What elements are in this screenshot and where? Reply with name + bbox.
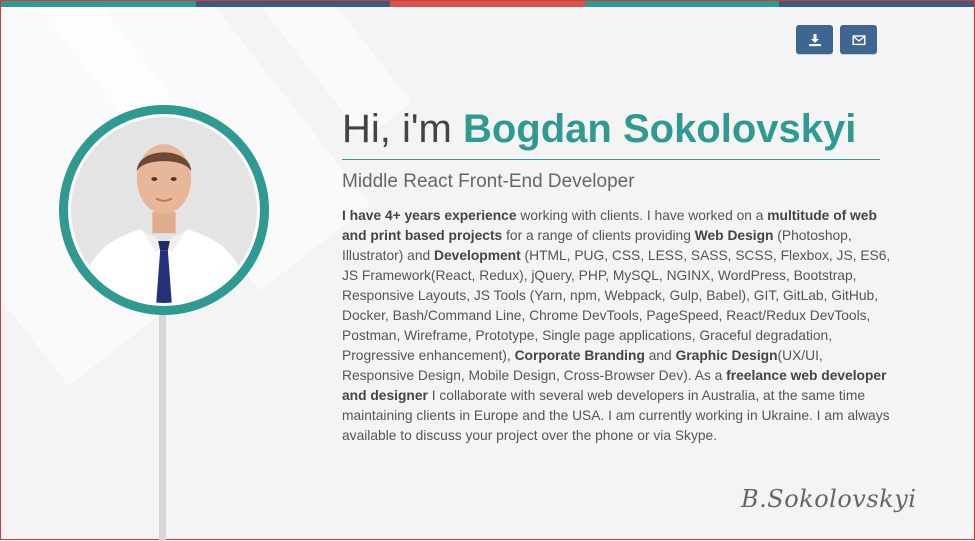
- top-color-bar: [1, 1, 974, 7]
- email-button[interactable]: [840, 25, 877, 54]
- bio-highlight: Web Design: [694, 228, 774, 243]
- download-icon: [808, 33, 821, 46]
- bio-highlight: Corporate Branding: [514, 348, 645, 363]
- bio-highlight: Graphic Design: [675, 348, 778, 363]
- bio-text: and: [644, 348, 676, 363]
- about-page: { "theme": { "accent": "#2e9a91", "butto…: [0, 0, 975, 541]
- bio-text: working with clients. I have worked on a: [516, 208, 768, 223]
- job-title: Middle React Front-End Developer: [342, 171, 635, 192]
- bio-text: (HTML, PUG, CSS, LESS, SASS, SCSS, Flexb…: [342, 248, 891, 363]
- intro-section: Hi, i'm Bogdan Sokolovskyi Middle React …: [342, 101, 892, 460]
- top-bar-segment: [779, 1, 974, 7]
- bio-paragraph: I have 4+ years experience working with …: [342, 206, 896, 446]
- profile-photo: [71, 117, 257, 303]
- greeting: Hi, i'm: [342, 107, 452, 151]
- top-bar-segment: [1, 1, 196, 7]
- profile-name: Bogdan Sokolovskyi: [462, 107, 857, 151]
- top-bar-segment: [195, 1, 391, 7]
- page-title: Hi, i'm Bogdan Sokolovskyi: [342, 101, 892, 157]
- top-bar-segment: [584, 1, 780, 7]
- header-actions: [796, 25, 877, 54]
- avatar-frame: [59, 105, 269, 315]
- bio-highlight: Development: [434, 248, 521, 263]
- bio-text: for a range of clients providing: [502, 228, 695, 243]
- envelope-icon: [852, 34, 866, 45]
- top-bar-segment: [390, 1, 585, 7]
- title-divider: [342, 159, 880, 160]
- avatar-stand: [159, 301, 166, 541]
- avatar: [68, 114, 260, 306]
- signature: B.Sokolovskyi: [741, 485, 917, 513]
- download-button[interactable]: [796, 25, 833, 54]
- bio-highlight: I have 4+ years experience: [342, 208, 517, 223]
